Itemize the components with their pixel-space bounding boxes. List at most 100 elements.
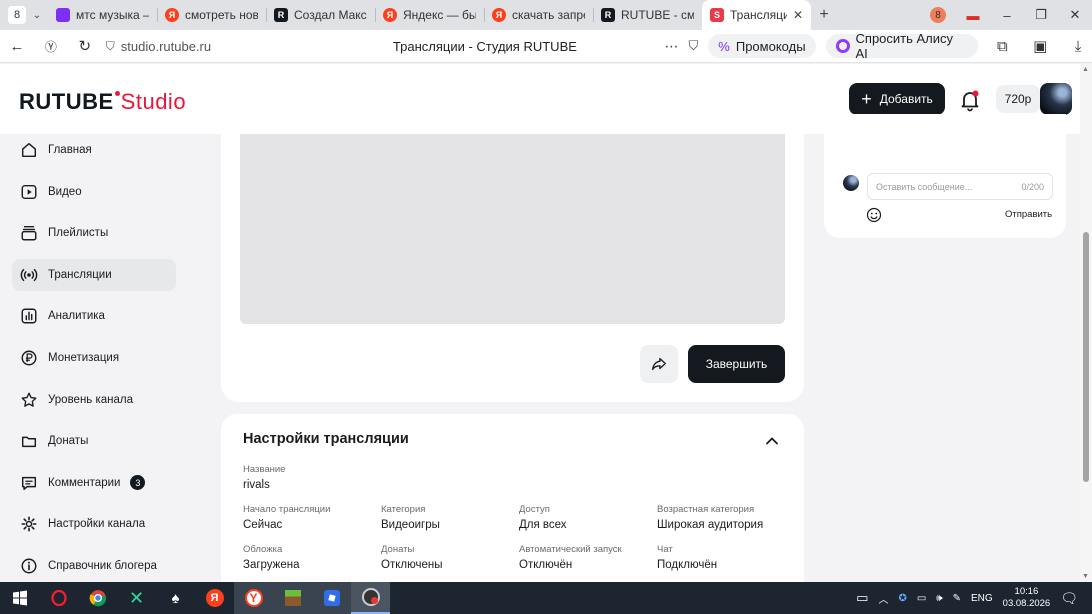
rutube-studio-logo[interactable]: RUTUBE Studio xyxy=(19,89,186,115)
volume-icon[interactable]: 🕪 xyxy=(936,593,942,604)
obs-recorder-icon[interactable] xyxy=(351,582,390,614)
chat-card: Оставить сообщение... 0/200 Отправить xyxy=(824,114,1066,238)
profile-avatar[interactable]: 8 xyxy=(930,7,946,23)
analytics-icon xyxy=(21,308,37,324)
comments-count-badge: 3 xyxy=(130,475,146,491)
new-tab-plus-icon[interactable]: + xyxy=(811,6,837,24)
window-controls: 8 ▬ – ❐ ✕ xyxy=(930,0,1092,30)
sidebar-item-channel-settings[interactable]: Настройки канала xyxy=(12,508,176,540)
notifications-bell-icon[interactable] xyxy=(958,88,982,112)
scroll-down-icon[interactable]: ▼ xyxy=(1082,573,1089,580)
settings-title: Настройки трансляции xyxy=(243,431,409,447)
downloads-icon[interactable]: ⤓ xyxy=(1064,38,1092,55)
comment-icon xyxy=(21,476,37,490)
tablet-mode-icon[interactable]: ▭ xyxy=(856,590,868,606)
address-actions: ⋯ ⛉ % Промокоды Спросить Алису AI ⧉ ▣ ⤓ xyxy=(665,31,1092,61)
reload-icon[interactable]: ↻ xyxy=(68,37,102,55)
sidebar-item-blogger-guide[interactable]: Справочник блогера xyxy=(12,550,176,582)
chevron-up-icon[interactable] xyxy=(765,434,779,448)
sidebar-item-donations[interactable]: Донаты xyxy=(12,425,176,457)
tab-close-icon[interactable]: ✕ xyxy=(793,8,803,22)
ruble-icon xyxy=(21,350,37,366)
share-button[interactable] xyxy=(640,345,678,383)
add-button[interactable]: + Добавить xyxy=(849,83,945,115)
yandex-home-icon[interactable]: Ⓨ xyxy=(34,38,68,55)
network-icon[interactable]: ▭ xyxy=(917,593,926,604)
user-avatar[interactable] xyxy=(1040,83,1072,115)
field-category: Категория Видеоигры xyxy=(381,504,440,531)
scrollbar-thumb[interactable] xyxy=(1083,232,1089,482)
bookmark-icon[interactable]: ⛉ xyxy=(689,38,699,54)
sidebar-item-broadcasts[interactable]: Трансляции xyxy=(12,258,176,291)
bookmarks-bar-icon[interactable]: ▬ xyxy=(956,8,990,23)
percent-icon: % xyxy=(718,38,730,54)
sidebar-item-comments[interactable]: Комментарии 3 xyxy=(12,467,176,499)
page-title: Трансляции - Студия RUTUBE xyxy=(392,38,577,54)
pen-icon[interactable]: ✎ xyxy=(953,593,961,604)
start-windows-icon[interactable] xyxy=(0,582,39,614)
scroll-up-icon[interactable]: ▲ xyxy=(1082,66,1089,73)
studio-page: RUTUBE Studio + Добавить 720p Главная Вид… xyxy=(0,64,1092,582)
extensions-puzzle-icon[interactable]: ⧉ xyxy=(988,38,1016,55)
sidebar-item-home[interactable]: Главная xyxy=(12,134,176,166)
url-field[interactable]: ⛉ studio.rutube.ru xyxy=(106,39,316,54)
sidebar-item-analytics[interactable]: Аналитика xyxy=(12,300,176,332)
favicon-icon xyxy=(56,8,70,22)
system-tray: ▭ ︿ ✪ ▭ 🕪 ✎ ENG 10:16 03.08.2026 🗨 xyxy=(856,586,1092,610)
tab-list-chevron-icon[interactable]: ⌄ xyxy=(26,10,48,21)
end-stream-button[interactable]: Завершить xyxy=(688,345,785,383)
notifications-icon[interactable]: 🗨 xyxy=(1060,590,1078,607)
windows-taskbar: ✕ ♠ Я Y ▭ ︿ ✪ ▭ 🕪 ✎ ENG 10:16 03.08.2026… xyxy=(0,582,1092,614)
emoji-smile-icon[interactable] xyxy=(866,207,882,223)
chrome-icon[interactable] xyxy=(78,582,117,614)
clock[interactable]: 10:16 03.08.2026 xyxy=(1003,586,1051,610)
collections-icon[interactable]: ▣ xyxy=(1026,37,1054,55)
tab-count-badge[interactable]: 8 xyxy=(8,6,26,24)
tray-chevron-up-icon[interactable]: ︿ xyxy=(878,591,888,606)
browser-tab[interactable]: Я смотреть новее xyxy=(157,0,266,30)
roblox-icon[interactable] xyxy=(312,582,351,614)
restore-icon[interactable]: ❐ xyxy=(1024,7,1058,23)
promo-button[interactable]: % Промокоды xyxy=(708,34,816,58)
quality-selector[interactable]: 720p xyxy=(996,85,1040,113)
opera-icon[interactable] xyxy=(39,582,78,614)
playlist-icon xyxy=(21,226,37,241)
browser-tab[interactable]: R Создал Макс к xyxy=(266,0,375,30)
video-icon xyxy=(21,184,37,199)
page-scrollbar[interactable]: ▲ ▼ xyxy=(1080,64,1092,582)
send-button[interactable]: Отправить xyxy=(1005,209,1052,220)
browser-tab-strip: 8 ⌄ мтс музыка — Я Я смотреть новее R Со… xyxy=(0,0,1092,30)
browser-tab-active[interactable]: S Трансляции ✕ xyxy=(702,0,811,30)
ask-alice-button[interactable]: Спросить Алису AI xyxy=(825,31,979,61)
yandex-app-icon[interactable]: Я xyxy=(195,582,234,614)
browser-tab[interactable]: R RUTUBE - смот xyxy=(593,0,702,30)
field-donations: Донаты Отключены xyxy=(381,544,443,571)
solitaire-icon[interactable]: ♠ xyxy=(156,582,195,614)
browser-tab[interactable]: Я Яндекс — быст xyxy=(375,0,484,30)
browser-tab[interactable]: мтс музыка — Я xyxy=(48,0,157,30)
yandex-browser-icon[interactable]: Y xyxy=(234,582,273,614)
browser-tab[interactable]: Я скачать запрет xyxy=(484,0,593,30)
back-arrow-icon[interactable]: ← xyxy=(0,38,34,55)
chat-message-input[interactable]: Оставить сообщение... 0/200 xyxy=(867,173,1053,200)
language-indicator[interactable]: ENG xyxy=(971,593,993,604)
x-app-icon[interactable]: ✕ xyxy=(117,582,156,614)
alice-icon xyxy=(835,39,850,53)
more-dots-icon[interactable]: ⋯ xyxy=(665,38,679,55)
close-window-icon[interactable]: ✕ xyxy=(1058,7,1092,23)
sidebar-item-playlists[interactable]: Плейлисты xyxy=(12,217,176,249)
home-icon xyxy=(21,142,37,158)
sidebar-item-channel-level[interactable]: Уровень канала xyxy=(12,384,176,416)
yandex-favicon-icon: Я xyxy=(165,8,179,22)
app-tray-icon[interactable]: ✪ xyxy=(898,593,906,604)
sidebar-item-monetization[interactable]: Монетизация xyxy=(12,342,176,374)
address-bar: ← Ⓨ ↻ ⛉ studio.rutube.ru Трансляции - Ст… xyxy=(0,30,1092,63)
share-arrow-icon xyxy=(652,357,666,371)
sidebar-item-video[interactable]: Видео xyxy=(12,176,176,208)
rutube-favicon-icon: R xyxy=(601,8,615,22)
logo-dot xyxy=(114,91,120,96)
gear-icon xyxy=(21,516,37,532)
video-preview[interactable] xyxy=(240,134,785,324)
minecraft-icon[interactable] xyxy=(273,582,312,614)
minimize-icon[interactable]: – xyxy=(990,8,1024,23)
